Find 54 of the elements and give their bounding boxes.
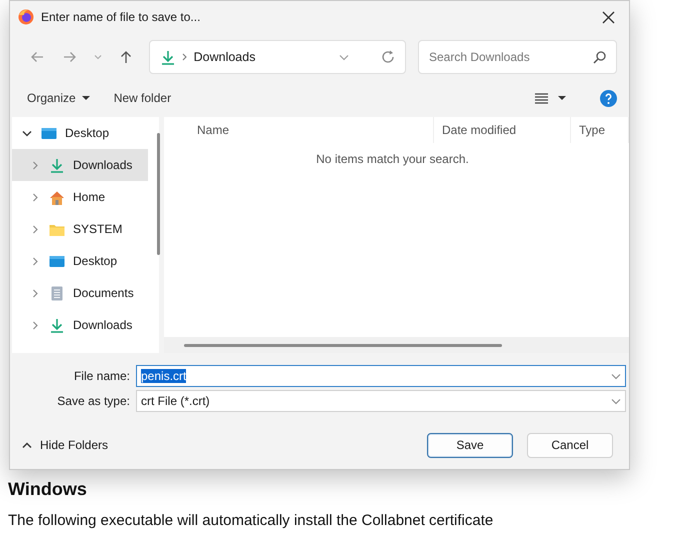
help-icon: [600, 90, 617, 106]
download-icon: [49, 158, 65, 172]
paragraph: The following executable will automatically install the Collabnet certificate: [8, 512, 494, 529]
forward-icon: [63, 50, 78, 64]
dialog-button[interactable]: Cancel: [527, 432, 613, 458]
field-label: File name:: [72, 369, 130, 383]
close-icon: [602, 10, 614, 24]
tree-item[interactable]: Desktop: [12, 117, 148, 149]
search-icon: [593, 50, 606, 64]
scrollbar[interactable]: [184, 344, 502, 347]
empty-message: No items match your search.: [316, 152, 469, 166]
up-icon: [118, 50, 133, 64]
help-button[interactable]: [600, 90, 617, 106]
breadcrumb-item[interactable]: Downloads: [194, 50, 333, 64]
column-header[interactable]: Name: [164, 117, 434, 143]
monitor-icon: [49, 254, 65, 268]
monitor-icon: [41, 126, 57, 140]
tree-item[interactable]: Desktop: [12, 245, 148, 277]
tree-item[interactable]: SYSTEM: [12, 213, 148, 245]
field-label: Save as type:: [56, 394, 130, 408]
search-field[interactable]: Search Downloads: [418, 40, 617, 74]
address-bar[interactable]: Downloads: [148, 40, 406, 74]
file-name-field[interactable]: penis.crt: [136, 365, 626, 387]
caret-icon: [82, 96, 90, 100]
house-icon: [49, 190, 65, 204]
tree-item[interactable]: Downloads: [12, 149, 148, 181]
list-view-icon: [535, 92, 548, 104]
chevron-right-icon: [182, 53, 188, 61]
back-icon: [30, 50, 44, 64]
chevron-up-icon: [22, 442, 32, 448]
chevron-down-icon: [611, 398, 621, 404]
new-folder-button[interactable]: New folder: [114, 91, 172, 105]
chevron-down-icon: [338, 54, 349, 60]
dialog-button[interactable]: Save: [427, 432, 513, 458]
caret-icon: [558, 96, 566, 100]
column-header[interactable]: Date modified: [434, 117, 571, 143]
chevron-down-icon: [94, 54, 102, 60]
download-icon: [49, 318, 65, 332]
browser-logo-icon: [18, 9, 34, 25]
document-icon: [49, 286, 65, 300]
tree-item[interactable]: Documents: [12, 277, 148, 309]
chevron-down-icon: [611, 372, 621, 380]
file-type-dropdown[interactable]: crt File (*.crt): [136, 390, 626, 412]
view-menu[interactable]: [535, 92, 566, 104]
window-title: Enter name of file to save to...: [41, 10, 202, 24]
column-header[interactable]: Type: [571, 117, 629, 143]
hide-folders-button[interactable]: Hide Folders: [22, 438, 413, 452]
refresh-icon: [380, 50, 395, 64]
organize-menu[interactable]: Organize: [27, 91, 90, 105]
scrollbar[interactable]: [157, 133, 160, 255]
download-icon: [160, 50, 176, 64]
tree-item[interactable]: Home: [12, 181, 148, 213]
tree-item[interactable]: Downloads: [12, 309, 148, 341]
section-heading: Windows: [8, 479, 88, 500]
